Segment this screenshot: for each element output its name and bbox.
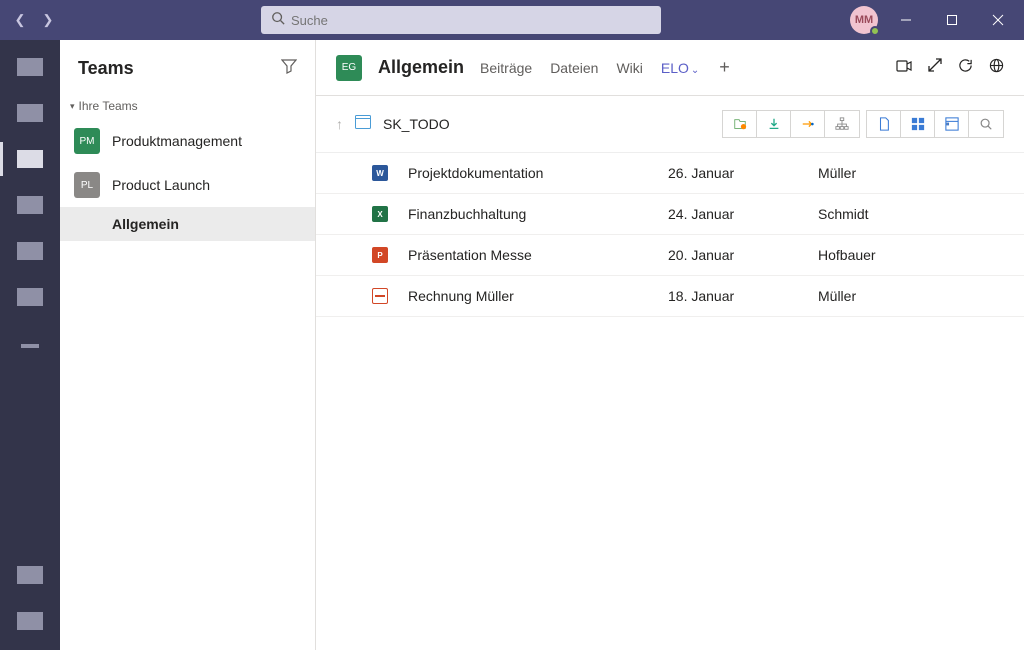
rail-calls[interactable]	[17, 242, 43, 260]
folder-name: SK_TODO	[383, 116, 450, 132]
tool-goto[interactable]	[791, 111, 825, 137]
refresh-icon[interactable]	[958, 58, 973, 77]
tool-download[interactable]	[757, 111, 791, 137]
avatar-initials: MM	[855, 14, 873, 26]
add-tab-button[interactable]: +	[719, 57, 730, 78]
file-name: Finanzbuchhaltung	[408, 206, 668, 222]
pdf-icon	[372, 288, 388, 304]
rail-teams[interactable]	[17, 150, 43, 168]
presence-indicator	[870, 26, 880, 36]
file-date: 18. Januar	[668, 288, 818, 304]
file-user: Müller	[818, 288, 856, 304]
rail-help[interactable]	[17, 612, 43, 630]
file-name: Rechnung Müller	[408, 288, 668, 304]
up-folder-icon[interactable]: ↑	[336, 116, 343, 132]
search-box[interactable]	[261, 6, 661, 34]
rail-activity[interactable]	[17, 58, 43, 76]
nav-arrows: ❮ ❯	[8, 8, 60, 32]
user-avatar[interactable]: MM	[850, 6, 878, 34]
rail-calendar[interactable]	[17, 196, 43, 214]
rail-chat[interactable]	[17, 104, 43, 122]
meet-icon[interactable]	[896, 58, 912, 77]
tab-elo[interactable]: ELO⌄	[661, 60, 699, 76]
tab-dateien[interactable]: Dateien	[550, 60, 598, 76]
file-user: Hofbauer	[818, 247, 876, 263]
team-avatar: PM	[74, 128, 100, 154]
close-button[interactable]	[980, 6, 1016, 34]
team-item[interactable]: PL Product Launch	[60, 163, 315, 207]
tool-view-doc[interactable]	[867, 111, 901, 137]
rail-apps[interactable]	[17, 566, 43, 584]
channel-header: EG Allgemein Beiträge Dateien Wiki ELO⌄ +	[316, 40, 1024, 96]
word-icon: W	[372, 165, 388, 181]
filter-icon[interactable]	[281, 58, 297, 79]
team-name: Produktmanagement	[112, 133, 242, 149]
file-user: Müller	[818, 165, 856, 181]
search-input[interactable]	[291, 13, 651, 28]
file-name: Präsentation Messe	[408, 247, 668, 263]
channel-avatar: EG	[336, 55, 362, 81]
tab-beiträge[interactable]: Beiträge	[480, 60, 532, 76]
file-row[interactable]: X Finanzbuchhaltung24. JanuarSchmidt	[316, 194, 1024, 235]
tab-wiki[interactable]: Wiki	[616, 60, 642, 76]
globe-icon[interactable]	[989, 58, 1004, 77]
channel-item[interactable]: Allgemein	[60, 207, 315, 241]
excel-icon: X	[372, 206, 388, 222]
section-your-teams[interactable]: ▾ Ihre Teams	[60, 93, 315, 119]
team-avatar: PL	[74, 172, 100, 198]
content-area: EG Allgemein Beiträge Dateien Wiki ELO⌄ + ↑…	[316, 40, 1024, 650]
file-date: 20. Januar	[668, 247, 818, 263]
file-date: 24. Januar	[668, 206, 818, 222]
titlebar: ❮ ❯ MM	[0, 0, 1024, 40]
caret-icon: ▾	[70, 101, 75, 112]
tool-view-list[interactable]	[935, 111, 969, 137]
team-item[interactable]: PM Produktmanagement	[60, 119, 315, 163]
teams-sidebar: Teams ▾ Ihre Teams PM Produktmanagement PL…	[60, 40, 316, 650]
section-label: Ihre Teams	[79, 99, 138, 113]
file-list: WProjektdokumentation26. JanuarMüllerXFi…	[316, 153, 1024, 650]
file-row[interactable]: P Präsentation Messe20. JanuarHofbauer	[316, 235, 1024, 276]
back-button[interactable]: ❮	[8, 8, 32, 32]
tool-view-tiles[interactable]	[901, 111, 935, 137]
tool-new-folder[interactable]	[723, 111, 757, 137]
rail-more[interactable]	[21, 344, 39, 348]
forward-button[interactable]: ❯	[36, 8, 60, 32]
file-date: 26. Januar	[668, 165, 818, 181]
file-row[interactable]: W Projektdokumentation26. JanuarMüller	[316, 153, 1024, 194]
tool-search[interactable]	[969, 111, 1003, 137]
app-rail	[0, 40, 60, 650]
elo-toolbar: ↑ SK_TODO	[316, 96, 1024, 153]
maximize-button[interactable]	[934, 6, 970, 34]
sidebar-title: Teams	[78, 58, 134, 79]
tool-sitemap[interactable]	[825, 111, 859, 137]
expand-icon[interactable]	[928, 58, 942, 77]
ppt-icon: P	[372, 247, 388, 263]
file-row[interactable]: Rechnung Müller18. JanuarMüller	[316, 276, 1024, 317]
team-name: Product Launch	[112, 177, 210, 193]
search-icon	[271, 11, 285, 30]
minimize-button[interactable]	[888, 6, 924, 34]
file-user: Schmidt	[818, 206, 869, 222]
channel-tabs: Beiträge Dateien Wiki ELO⌄	[480, 60, 699, 76]
file-name: Projektdokumentation	[408, 165, 668, 181]
channel-title: Allgemein	[378, 57, 464, 78]
folder-icon	[355, 115, 371, 134]
rail-files[interactable]	[17, 288, 43, 306]
